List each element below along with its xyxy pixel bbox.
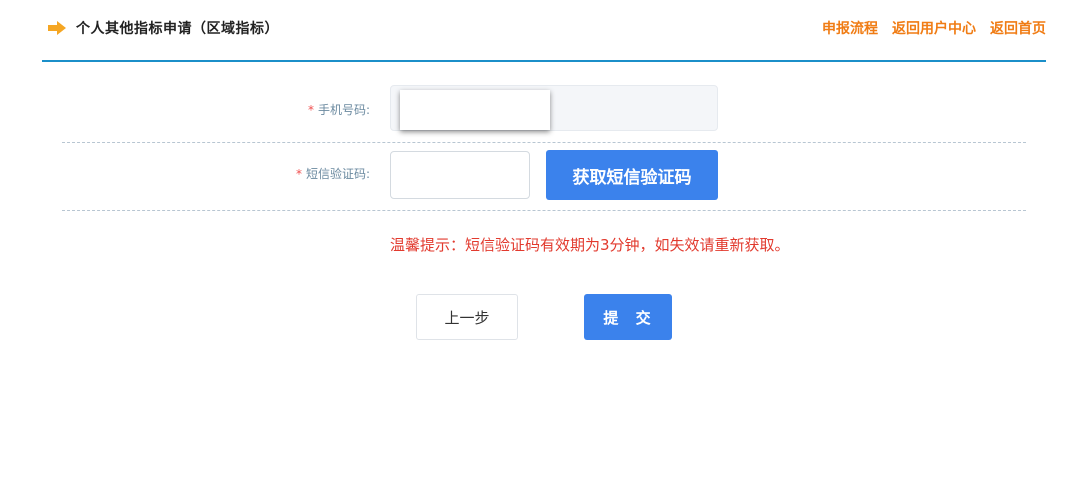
phone-field-box (390, 85, 718, 131)
get-sms-code-button[interactable]: 获取短信验证码 (546, 150, 718, 200)
phone-input[interactable] (400, 90, 550, 130)
sms-row: * 短信验证码: 获取短信验证码 (62, 146, 1026, 211)
sms-label-text: 短信验证码: (305, 167, 370, 181)
header-nav: 申报流程 返回用户中心 返回首页 (822, 18, 1046, 38)
phone-label-text: 手机号码: (317, 103, 370, 117)
link-user-center[interactable]: 返回用户中心 (892, 18, 976, 38)
phone-row: * 手机号码: (62, 82, 1026, 143)
arrow-right-icon (48, 21, 66, 35)
page-title: 个人其他指标申请（区域指标） (76, 21, 279, 37)
page: 个人其他指标申请（区域指标） 申报流程 返回用户中心 返回首页 * 手机号码: *… (0, 0, 1080, 477)
link-home[interactable]: 返回首页 (990, 18, 1046, 38)
required-mark: * (307, 103, 314, 117)
prev-step-button[interactable]: 上一步 (416, 294, 518, 340)
title-wrap: 个人其他指标申请（区域指标） (48, 18, 279, 38)
phone-label: * 手机号码: (308, 101, 370, 118)
required-mark: * (295, 167, 302, 181)
page-header: 个人其他指标申请（区域指标） 申报流程 返回用户中心 返回首页 (42, 0, 1046, 62)
tip-text: 温馨提示：短信验证码有效期为3分钟，如失效请重新获取。 (390, 236, 790, 254)
submit-button[interactable]: 提 交 (584, 294, 672, 340)
sms-label: * 短信验证码: (296, 165, 370, 182)
link-process[interactable]: 申报流程 (822, 18, 878, 38)
sms-code-input[interactable] (390, 151, 530, 199)
